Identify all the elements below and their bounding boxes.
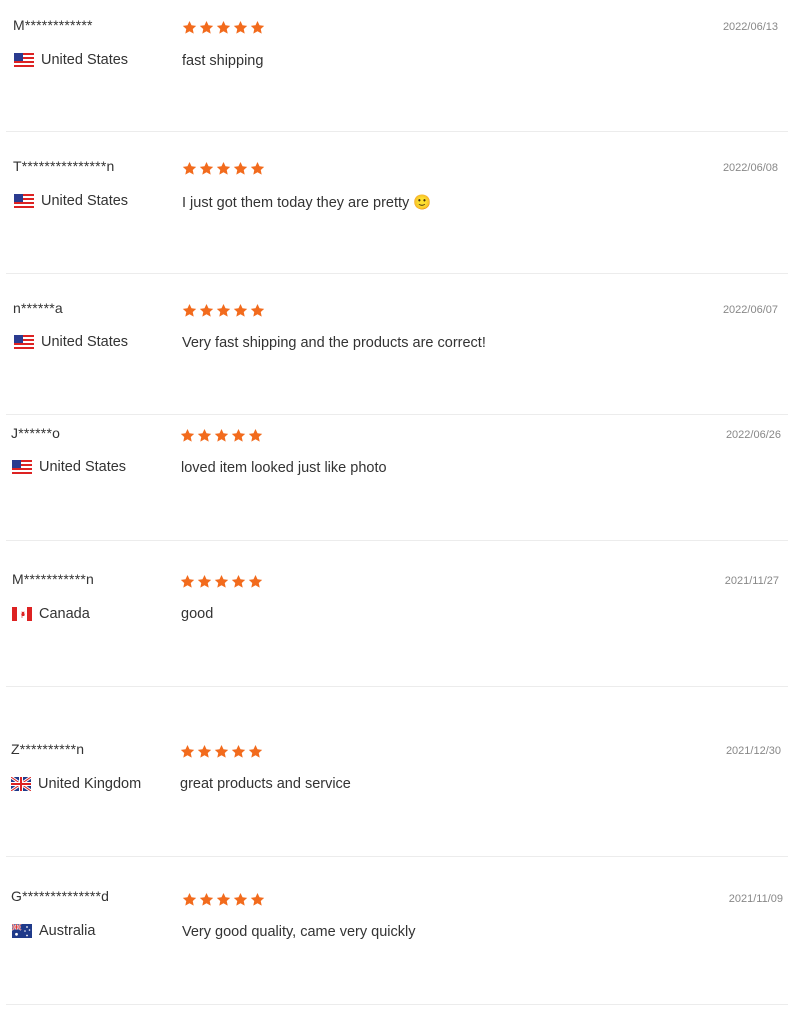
review-text: good <box>181 606 214 622</box>
country-label: United Kingdom <box>38 776 142 792</box>
star-icon <box>233 892 248 906</box>
star-rating <box>180 428 263 443</box>
star-icon <box>182 303 197 317</box>
us-flag-icon <box>14 53 34 67</box>
star-icon <box>182 20 197 34</box>
star-icon <box>180 428 195 442</box>
country-label: Canada <box>39 606 90 622</box>
star-icon <box>231 574 246 588</box>
review-item: M***********n Canada good 2021/11/27 <box>0 540 800 686</box>
star-rating <box>182 892 265 907</box>
star-icon <box>216 20 231 34</box>
reviewer-name: M************ <box>13 17 93 33</box>
star-icon <box>214 428 229 442</box>
star-icon <box>199 303 214 317</box>
star-icon <box>180 574 195 588</box>
star-icon <box>233 303 248 317</box>
star-icon <box>199 161 214 175</box>
star-icon <box>197 574 212 588</box>
star-icon <box>250 303 265 317</box>
reviewer-name: G**************d <box>11 888 110 904</box>
review-text: loved item looked just like photo <box>181 460 387 476</box>
us-flag-icon <box>14 335 34 349</box>
review-item: J******o United States loved item looked… <box>0 414 800 540</box>
star-icon <box>233 161 248 175</box>
reviewer-name: M***********n <box>12 571 94 587</box>
review-date: 2022/06/26 <box>725 429 781 441</box>
review-item: n******a United States Very fast shippin… <box>0 273 800 414</box>
star-icon <box>216 161 231 175</box>
us-flag-icon <box>14 194 34 208</box>
review-date: 2022/06/07 <box>722 304 778 316</box>
review-text: Very good quality, came very quickly <box>182 924 416 940</box>
canada-flag-icon <box>12 607 32 621</box>
review-date: 2021/11/27 <box>724 575 779 587</box>
star-icon <box>214 744 229 758</box>
review-text: fast shipping <box>182 53 264 69</box>
reviewer-name: n******a <box>13 300 63 316</box>
star-icon <box>197 744 212 758</box>
review-date: 2022/06/13 <box>722 21 778 33</box>
review-item: T***************n United States I just g… <box>0 131 800 273</box>
reviewer-country: United States <box>12 459 126 475</box>
review-item: M************ United States fast shippin… <box>0 0 800 131</box>
review-date: 2021/11/09 <box>728 893 783 905</box>
star-rating <box>182 20 265 35</box>
star-rating <box>182 303 265 318</box>
reviewer-country: Canada <box>12 606 90 622</box>
star-icon <box>231 428 246 442</box>
star-icon <box>248 574 263 588</box>
star-icon <box>182 161 197 175</box>
us-flag-icon <box>12 460 32 474</box>
reviewer-name: T***************n <box>13 158 115 174</box>
star-icon <box>250 892 265 906</box>
australia-flag-icon <box>12 924 32 938</box>
country-label: Australia <box>39 923 96 939</box>
star-icon <box>197 428 212 442</box>
country-label: United States <box>39 459 127 475</box>
reviewer-country: United States <box>14 193 128 209</box>
star-rating <box>180 744 263 759</box>
reviewer-country: United States <box>14 52 128 68</box>
star-icon <box>216 303 231 317</box>
review-text: Very fast shipping and the products are … <box>182 335 486 351</box>
star-icon <box>250 20 265 34</box>
star-icon <box>216 892 231 906</box>
divider <box>6 1004 788 1005</box>
reviewer-name: Z**********n <box>11 741 85 757</box>
star-icon <box>180 744 195 758</box>
review-text: great products and service <box>180 776 351 792</box>
star-icon <box>214 574 229 588</box>
country-label: United States <box>41 193 129 209</box>
country-label: United States <box>41 52 129 68</box>
reviewer-name: J******o <box>11 425 61 441</box>
country-label: United States <box>41 334 129 350</box>
star-icon <box>199 20 214 34</box>
review-text: I just got them today they are pretty 🙂 <box>182 195 432 211</box>
star-icon <box>248 428 263 442</box>
reviewer-country: United States <box>14 334 128 350</box>
star-icon <box>250 161 265 175</box>
review-item: Z**********n United Kingdom great produc… <box>0 686 800 856</box>
star-rating <box>180 574 263 589</box>
star-icon <box>248 744 263 758</box>
star-rating <box>182 161 265 176</box>
star-icon <box>231 744 246 758</box>
uk-flag-icon <box>11 777 31 791</box>
star-icon <box>233 20 248 34</box>
review-date: 2022/06/08 <box>722 162 778 174</box>
reviewer-country: United Kingdom <box>11 776 141 792</box>
review-date: 2021/12/30 <box>725 745 781 757</box>
reviewer-country: Australia <box>12 923 95 939</box>
review-item: G**************d Australia Very good qua… <box>0 856 800 1004</box>
star-icon <box>199 892 214 906</box>
star-icon <box>182 892 197 906</box>
